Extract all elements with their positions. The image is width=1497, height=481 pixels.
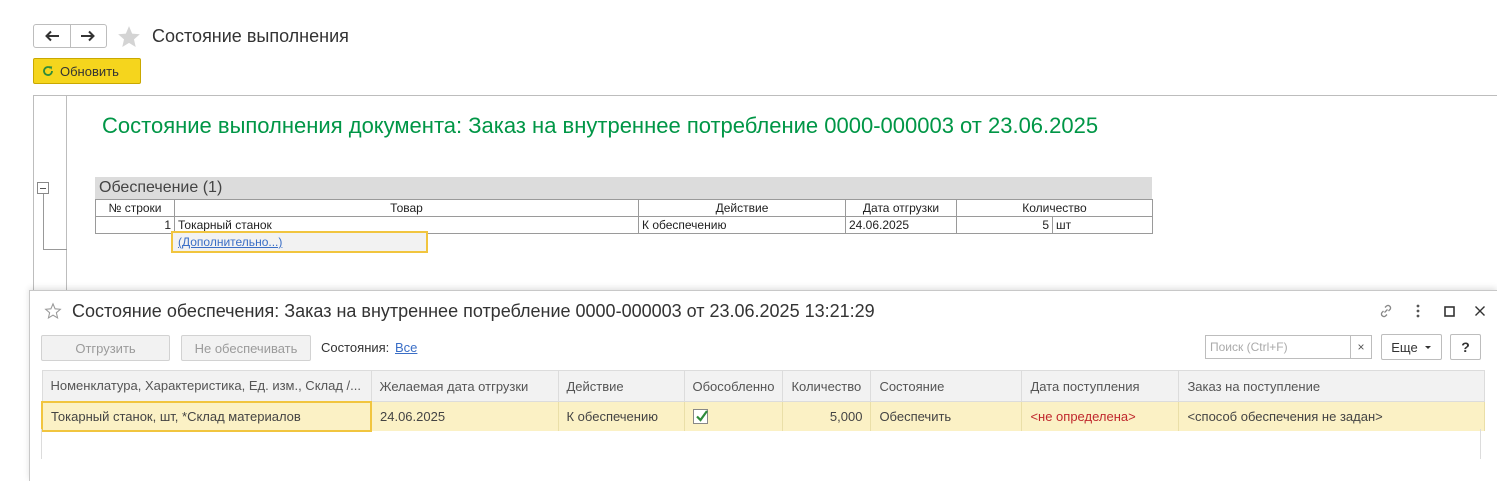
col-product: Товар (174, 199, 639, 217)
col-nomenclature[interactable]: Номенклатура, Характеристика, Ед. изм., … (41, 370, 372, 402)
refresh-button[interactable]: Обновить (33, 58, 141, 84)
link-button[interactable] (1377, 302, 1395, 320)
col-desired-date[interactable]: Желаемая дата отгрузки (370, 370, 559, 402)
more-menu-button[interactable]: Еще (1381, 334, 1442, 360)
more-label: Еще (1391, 339, 1418, 355)
cell-date: 24.06.2025 (845, 216, 957, 234)
back-button[interactable] (34, 25, 70, 47)
grid-empty-area (41, 429, 1481, 459)
maximize-icon (1443, 305, 1455, 317)
table-row[interactable]: Токарный станок, шт, *Склад материалов 2… (41, 400, 1486, 432)
window-title: Состояние выполнения (152, 26, 349, 46)
cell-action[interactable]: К обеспечению (558, 401, 685, 431)
favorite-star-icon[interactable] (116, 24, 142, 50)
col-line-number: № строки (95, 199, 175, 217)
refresh-icon (43, 66, 53, 76)
col-action[interactable]: Действие (557, 370, 685, 402)
checkmark-icon (695, 410, 708, 422)
col-arrival-order[interactable]: Заказ на поступление (1178, 370, 1486, 402)
separate-checkbox[interactable] (692, 409, 708, 425)
states-filter-link[interactable]: Все (395, 340, 417, 355)
not-provide-button[interactable]: Не обеспечивать (181, 335, 311, 361)
extra-details-cell: (Дополнительно...) (171, 231, 428, 253)
states-label: Состояния: (321, 340, 390, 355)
report-header-row: № строки Товар Действие Дата отгрузки Ко… (95, 199, 1153, 217)
col-quantity: Количество (956, 199, 1153, 217)
help-button[interactable]: ? (1450, 334, 1481, 360)
col-separate[interactable]: Обособленно (683, 370, 784, 402)
cell-qty: 5 (956, 216, 1053, 234)
cell-nomenclature[interactable]: Токарный станок, шт, *Склад материалов (41, 400, 372, 432)
close-icon (1475, 306, 1485, 316)
cell-state[interactable]: Обеспечить (870, 401, 1023, 431)
more-actions-button[interactable] (1409, 302, 1427, 320)
link-icon (1380, 304, 1392, 318)
cell-desired-date[interactable]: 24.06.2025 (371, 401, 559, 431)
cell-unit: шт (1052, 216, 1153, 234)
navigation-buttons (33, 24, 107, 48)
maximize-button[interactable] (1440, 302, 1458, 320)
collapse-group-button[interactable] (37, 182, 49, 194)
extra-details-link[interactable]: (Дополнительно...) (178, 235, 282, 249)
report-table: № строки Товар Действие Дата отгрузки Ко… (95, 199, 1153, 234)
dropdown-arrow-icon (1424, 345, 1431, 349)
col-quantity[interactable]: Количество (782, 370, 872, 402)
refresh-label: Обновить (60, 63, 119, 79)
forward-button[interactable] (69, 25, 107, 47)
back-arrow-icon (44, 30, 59, 42)
cell-action: К обеспечению (638, 216, 846, 234)
search-input[interactable]: Поиск (Ctrl+F) (1205, 335, 1351, 359)
col-arrival-date[interactable]: Дата поступления (1021, 370, 1180, 402)
cell-arrival-date[interactable]: <не определена> (1021, 401, 1180, 431)
group-bracket (43, 193, 67, 250)
col-action: Действие (638, 199, 846, 217)
col-state[interactable]: Состояние (870, 370, 1023, 402)
report-title: Состояние выполнения документа: Заказ на… (102, 113, 1099, 138)
more-vertical-icon (1416, 304, 1420, 318)
forward-arrow-icon (81, 30, 96, 42)
modal-title: Состояние обеспечения: Заказ на внутренн… (72, 301, 875, 321)
cell-separate[interactable] (684, 401, 784, 431)
ship-button[interactable]: Отгрузить (41, 335, 170, 361)
col-ship-date: Дата отгрузки (845, 199, 957, 217)
cell-arrival-order[interactable]: <способ обеспечения не задан> (1178, 401, 1486, 431)
group-heading: Обеспечение (1) (95, 177, 1152, 199)
cell-quantity[interactable]: 5,000 (782, 401, 872, 431)
favorite-star-icon[interactable] (44, 302, 62, 320)
cell-line: 1 (95, 216, 175, 234)
grid-header-row: Номенклатура, Характеристика, Ед. изм., … (41, 370, 1486, 402)
search-clear-button[interactable]: × (1350, 335, 1372, 359)
supply-grid: Номенклатура, Характеристика, Ед. изм., … (41, 370, 1486, 432)
close-button[interactable] (1471, 302, 1489, 320)
